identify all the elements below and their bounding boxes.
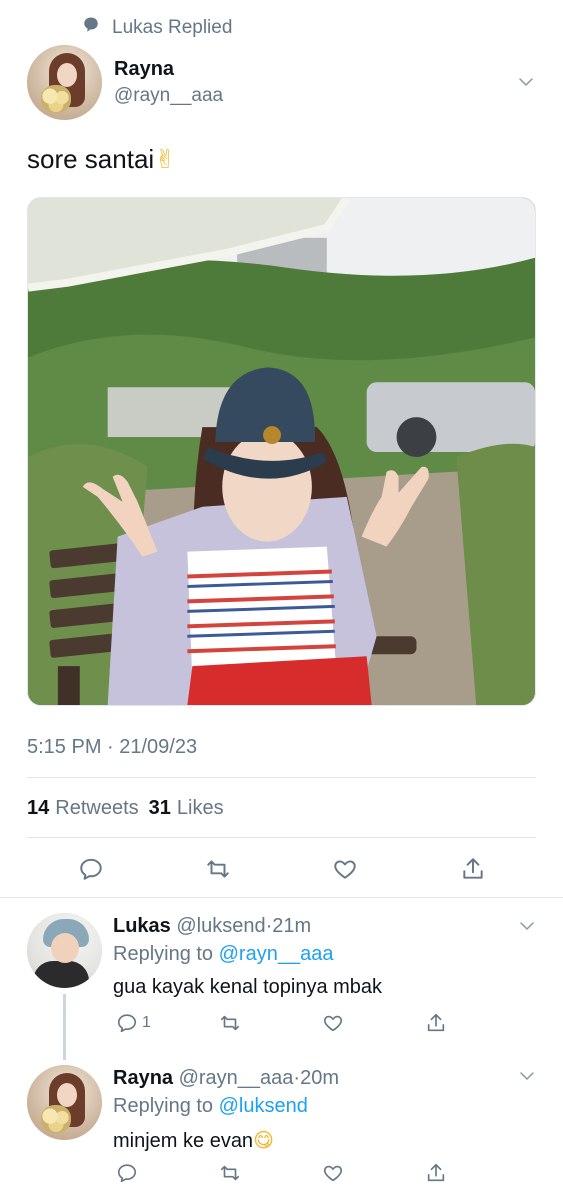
share-button[interactable] bbox=[460, 856, 486, 882]
avatar[interactable] bbox=[27, 45, 102, 120]
share-icon bbox=[427, 1013, 445, 1032]
chevron-down-icon[interactable] bbox=[517, 73, 535, 91]
tweet-text: sore santai✌ bbox=[27, 144, 176, 175]
chevron-down-icon[interactable] bbox=[518, 1067, 536, 1085]
likes-stat[interactable]: 31 Likes bbox=[149, 797, 224, 820]
main-tweet-header: Rayna @rayn__aaa bbox=[27, 45, 543, 121]
reply-header: Lukas @luksend·21m bbox=[113, 915, 311, 938]
retweets-stat[interactable]: 14 Retweets bbox=[27, 797, 139, 820]
reply-text: gua kayak kenal topinya mbak bbox=[113, 976, 383, 998]
likes-label: Likes bbox=[176, 797, 224, 819]
heart-icon bbox=[334, 860, 356, 879]
replying-label: Replying to bbox=[113, 1095, 214, 1117]
victory-hand-emoji: ✌ bbox=[154, 145, 176, 175]
reply-button[interactable] bbox=[78, 856, 104, 882]
reply-text-body: minjem ke evan bbox=[113, 1130, 254, 1152]
heart-icon bbox=[323, 1165, 343, 1182]
reply-button[interactable] bbox=[116, 1162, 138, 1184]
reply-time[interactable]: 20m bbox=[300, 1067, 339, 1089]
retweet-button[interactable] bbox=[205, 856, 231, 882]
replying-to-link[interactable]: @luksend bbox=[219, 1095, 308, 1117]
like-button[interactable] bbox=[332, 856, 358, 882]
tweet-timestamp[interactable]: 5:15 PM · 21/09/23 bbox=[27, 736, 197, 759]
tweet-stats: 14 Retweets 31 Likes bbox=[27, 797, 224, 820]
divider bbox=[0, 897, 563, 898]
reply-icon bbox=[117, 1014, 137, 1033]
replying-label: Replying to bbox=[113, 943, 214, 965]
reply-time[interactable]: 21m bbox=[272, 915, 311, 937]
likes-count: 31 bbox=[148, 797, 171, 819]
speech-bubble-icon bbox=[82, 16, 100, 40]
author-handle[interactable]: @rayn__aaa bbox=[114, 85, 223, 107]
reply-icon bbox=[80, 858, 102, 880]
social-context-label: Lukas Replied bbox=[112, 17, 233, 38]
reply-icon bbox=[117, 1164, 137, 1183]
heart-icon bbox=[323, 1015, 343, 1032]
reply-text: minjem ke evan😋 bbox=[113, 1128, 274, 1153]
yum-emoji: 😋 bbox=[253, 1128, 274, 1152]
replying-to-link[interactable]: @rayn__aaa bbox=[219, 943, 334, 965]
retweet-icon bbox=[220, 1015, 240, 1031]
author-name[interactable]: Lukas bbox=[113, 915, 171, 937]
like-button[interactable] bbox=[322, 1162, 344, 1184]
reply-button[interactable]: 1 bbox=[116, 1012, 151, 1034]
retweets-label: Retweets bbox=[55, 797, 139, 819]
avatar[interactable] bbox=[27, 1065, 102, 1140]
share-icon bbox=[463, 858, 483, 879]
thread-line bbox=[63, 994, 66, 1060]
reply-header: Rayna @rayn__aaa·20m bbox=[113, 1067, 339, 1090]
tweet-text-body: sore santai bbox=[27, 144, 155, 174]
author-handle[interactable]: @luksend bbox=[176, 915, 265, 937]
tweet-photo[interactable] bbox=[27, 197, 536, 706]
like-button[interactable] bbox=[322, 1012, 344, 1034]
share-button[interactable] bbox=[425, 1012, 447, 1034]
author-name[interactable]: Rayna bbox=[113, 1067, 173, 1089]
avatar[interactable] bbox=[27, 913, 102, 988]
retweets-count: 14 bbox=[27, 797, 50, 819]
retweet-button[interactable] bbox=[219, 1012, 241, 1034]
divider bbox=[27, 777, 536, 778]
reply-count: 1 bbox=[142, 1014, 151, 1031]
retweet-icon bbox=[220, 1165, 240, 1181]
retweet-icon bbox=[207, 860, 229, 878]
share-icon bbox=[427, 1163, 445, 1182]
chevron-down-icon[interactable] bbox=[518, 917, 536, 935]
replying-to: Replying to @rayn__aaa bbox=[113, 943, 333, 966]
social-context[interactable]: Lukas Replied bbox=[82, 16, 232, 40]
reply-tweet[interactable]: Lukas @luksend·21m Replying to @rayn__aa… bbox=[0, 913, 563, 1053]
replying-to: Replying to @luksend bbox=[113, 1095, 308, 1118]
retweet-button[interactable] bbox=[219, 1162, 241, 1184]
divider bbox=[27, 837, 536, 838]
reply-tweet[interactable]: Rayna @rayn__aaa·20m Replying to @luksen… bbox=[0, 1065, 563, 1200]
author-name[interactable]: Rayna bbox=[114, 58, 174, 81]
share-button[interactable] bbox=[425, 1162, 447, 1184]
author-handle[interactable]: @rayn__aaa bbox=[179, 1067, 294, 1089]
